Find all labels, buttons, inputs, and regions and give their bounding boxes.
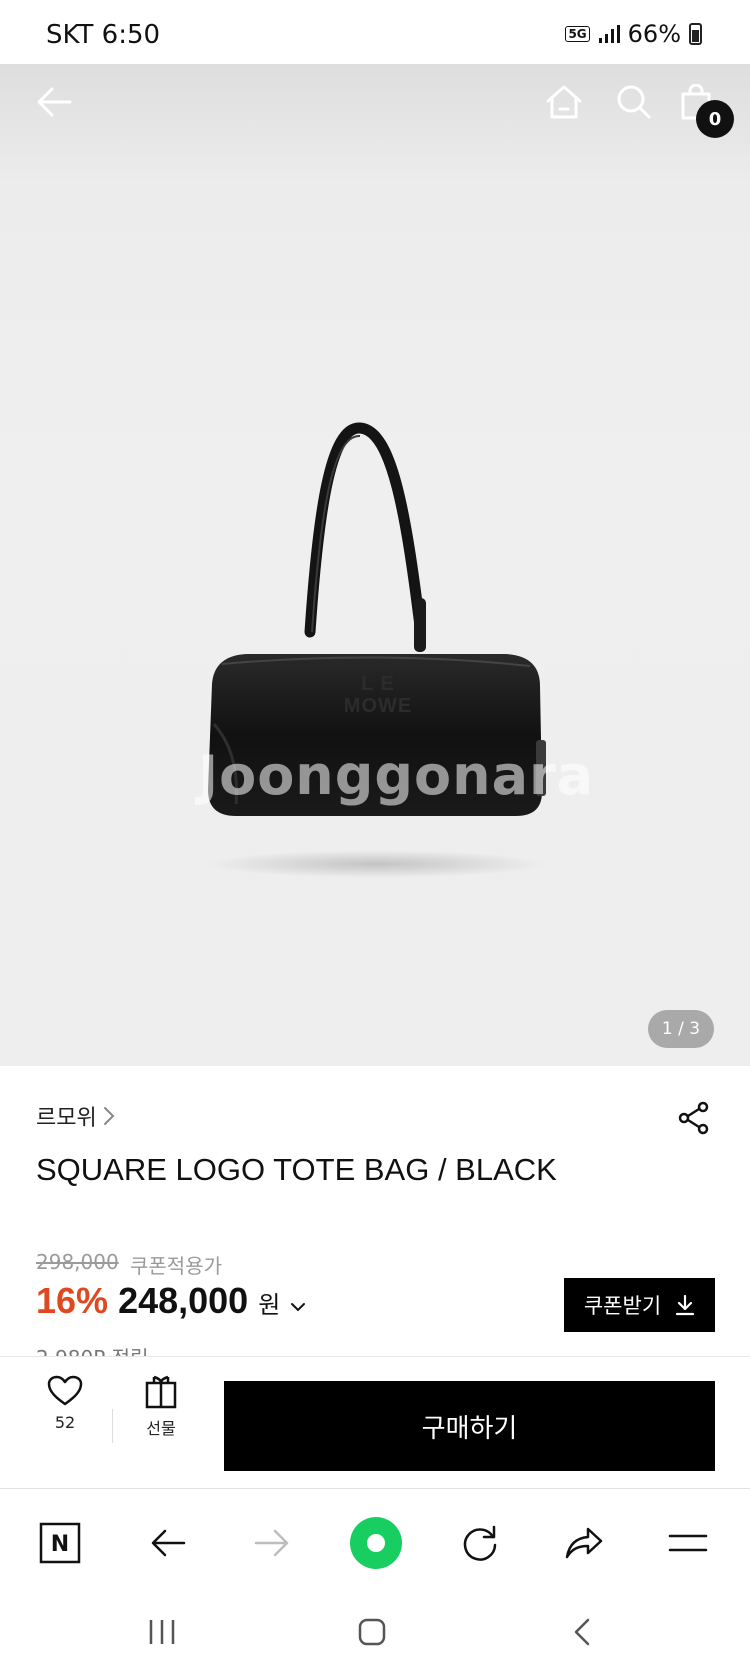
svg-text:L E: L E: [361, 673, 395, 695]
brand-link[interactable]: 르모위: [36, 1100, 115, 1132]
refresh-button[interactable]: [452, 1515, 508, 1571]
coupon-button-label: 쿠폰받기: [583, 1294, 662, 1318]
browser-back-button[interactable]: [140, 1515, 196, 1571]
brand-name: 르모위: [36, 1106, 97, 1131]
home-nav-button[interactable]: [344, 1610, 400, 1654]
carrier-time: SKT 6:50: [46, 20, 161, 50]
status-icons: 5G 66%: [565, 20, 702, 48]
recent-apps-button[interactable]: [134, 1610, 190, 1654]
status-bar: SKT 6:50 5G 66%: [0, 0, 750, 64]
like-count: 52: [54, 1413, 76, 1432]
signal-icon: [598, 25, 620, 43]
network-type: 5G: [565, 26, 590, 42]
buy-button[interactable]: 구매하기: [224, 1381, 715, 1471]
back-arrow-icon: [37, 87, 72, 117]
chevron-right-icon: [103, 1107, 115, 1125]
recent-apps-icon: [149, 1620, 175, 1644]
points-earned: 2,980P 적립: [36, 1342, 148, 1356]
gift-icon: [145, 1375, 177, 1409]
product-image-carousel[interactable]: L E MOWE Joonggonara 0 1 / 3: [0, 64, 750, 1066]
gift-button[interactable]: 선물: [126, 1375, 196, 1439]
product-image: L E MOWE: [206, 422, 546, 878]
refresh-icon: [463, 1525, 497, 1561]
system-navigation-bar: [0, 1598, 750, 1667]
search-icon: [617, 85, 651, 119]
back-button[interactable]: [30, 78, 78, 126]
share-icon: [678, 1101, 709, 1135]
gift-label: 선물: [146, 1419, 176, 1438]
arrow-left-icon: [151, 1529, 186, 1557]
home-square-icon: [358, 1618, 386, 1646]
watermark: Joonggonara: [198, 744, 595, 807]
battery-percent: 66%: [627, 20, 681, 48]
share-page-button[interactable]: [556, 1515, 612, 1571]
menu-button[interactable]: [660, 1515, 716, 1571]
forward-share-icon: [565, 1527, 603, 1559]
cart-count-badge: 0: [696, 100, 734, 138]
like-button[interactable]: 52: [30, 1375, 100, 1432]
home-button[interactable]: [540, 78, 588, 126]
naver-home-button[interactable]: N: [32, 1515, 88, 1571]
get-coupon-button[interactable]: 쿠폰받기: [564, 1278, 715, 1332]
currency-unit: 원: [258, 1291, 281, 1319]
discount-rate: 16%: [36, 1280, 109, 1321]
product-title: SQUARE LOGO TOTE BAG / BLACK: [36, 1152, 557, 1187]
green-dot-icon: [350, 1517, 402, 1569]
naver-n-icon: N: [39, 1522, 81, 1564]
browser-forward-button[interactable]: [244, 1515, 300, 1571]
battery-icon: [689, 23, 702, 45]
back-nav-button[interactable]: [554, 1610, 610, 1654]
share-button[interactable]: [672, 1096, 716, 1140]
download-icon: [676, 1294, 695, 1316]
browser-toolbar: N: [0, 1488, 750, 1598]
svg-text:MOWE: MOWE: [344, 695, 412, 717]
green-dot-button[interactable]: [348, 1515, 404, 1571]
image-page-indicator: 1 / 3: [648, 1010, 714, 1048]
search-button[interactable]: [610, 78, 658, 126]
chevron-down-icon: [291, 1303, 306, 1312]
naver-n-label: N: [51, 1532, 69, 1557]
arrow-right-icon: [254, 1529, 289, 1557]
divider: [112, 1409, 113, 1443]
heart-icon: [47, 1375, 83, 1406]
coupon-price-label: 쿠폰적용가: [130, 1254, 222, 1278]
original-price: 298,000: [36, 1250, 119, 1274]
purchase-action-bar: 52 선물 구매하기: [0, 1356, 750, 1488]
hamburger-menu-icon: [668, 1534, 708, 1552]
sale-price: 248,000: [118, 1280, 249, 1321]
home-icon: [546, 85, 582, 119]
price-row[interactable]: 16% 248,000 원: [36, 1280, 306, 1322]
back-chevron-icon: [574, 1618, 590, 1646]
